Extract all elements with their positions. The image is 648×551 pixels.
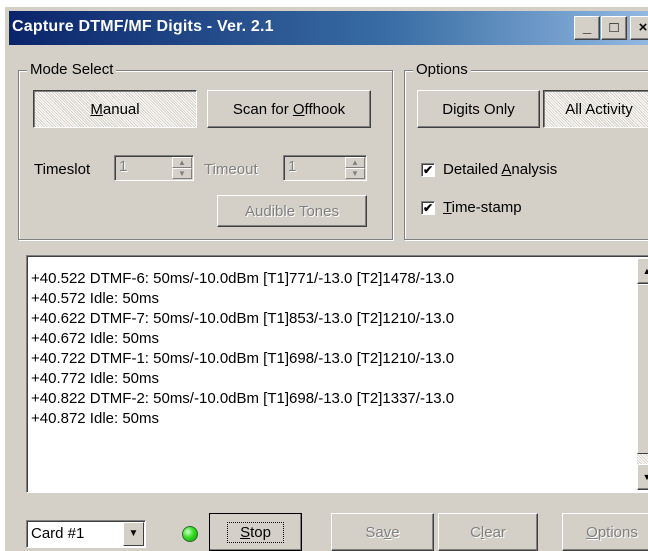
- timeout-spinner[interactable]: 1 ▲ ▼: [283, 155, 367, 181]
- timeout-label: Timeout: [204, 161, 258, 178]
- status-led-icon: [182, 526, 198, 542]
- log-line: +40.572 Idle: 50ms: [31, 290, 160, 307]
- mode-select-group: Mode Select Manual Scan for Offhook Time…: [18, 61, 393, 240]
- detailed-analysis-label: Detailed Analysis: [443, 161, 558, 178]
- spin-up-icon[interactable]: ▲: [345, 157, 365, 168]
- scroll-thumb[interactable]: [637, 284, 648, 454]
- title-bar[interactable]: Capture DTMF/MF Digits - Ver. 2.1 _ □ ×: [9, 11, 648, 45]
- time-stamp-checkbox[interactable]: ✔ Time-stamp: [421, 199, 522, 216]
- time-stamp-label: Time-stamp: [443, 199, 522, 216]
- audible-tones-button[interactable]: Audible Tones: [217, 195, 367, 227]
- stop-button[interactable]: Stop: [209, 513, 302, 551]
- spin-down-icon[interactable]: ▼: [345, 168, 365, 179]
- digits-only-button[interactable]: Digits Only: [417, 90, 540, 128]
- options-group: Options Digits Only All Activity ✔ Detai…: [404, 61, 648, 240]
- scroll-down-icon[interactable]: ▼: [637, 464, 648, 490]
- close-icon: ×: [638, 19, 648, 36]
- minimize-button[interactable]: _: [574, 16, 600, 40]
- activity-log[interactable]: +40.522 DTMF-6: 50ms/-10.0dBm [T1]771/-1…: [26, 255, 648, 493]
- log-lines: +40.522 DTMF-6: 50ms/-10.0dBm [T1]771/-1…: [31, 269, 635, 429]
- log-line: +40.772 Idle: 50ms: [31, 370, 160, 387]
- app-window: Capture DTMF/MF Digits - Ver. 2.1 _ □ × …: [5, 7, 648, 551]
- save-button[interactable]: Save: [331, 513, 434, 551]
- dropdown-arrow-icon[interactable]: ▼: [123, 522, 144, 546]
- timeout-value: 1: [288, 158, 297, 175]
- log-line: +40.622 DTMF-7: 50ms/-10.0dBm [T1]853/-1…: [31, 310, 455, 327]
- detailed-analysis-checkbox[interactable]: ✔ Detailed Analysis: [421, 161, 557, 178]
- log-line: +40.872 Idle: 50ms: [31, 410, 160, 427]
- manual-button[interactable]: Manual: [33, 90, 197, 128]
- options-button[interactable]: Options: [562, 513, 648, 551]
- log-line: +40.822 DTMF-2: 50ms/-10.0dBm [T1]698/-1…: [31, 390, 455, 407]
- window-title: Capture DTMF/MF Digits - Ver. 2.1: [12, 18, 274, 35]
- scan-for-offhook-button[interactable]: Scan for Offhook: [207, 90, 371, 128]
- log-line: +40.672 Idle: 50ms: [31, 330, 160, 347]
- spin-down-icon[interactable]: ▼: [172, 168, 192, 179]
- vertical-scrollbar[interactable]: ▲ ▼: [637, 258, 648, 490]
- check-icon: ✔: [421, 162, 435, 177]
- card-select-value: Card #1: [31, 525, 85, 542]
- log-line: +40.722 DTMF-1: 50ms/-10.0dBm [T1]698/-1…: [31, 350, 455, 367]
- timeslot-label: Timeslot: [34, 161, 91, 178]
- timeslot-spinner[interactable]: 1 ▲ ▼: [114, 155, 194, 181]
- spin-up-icon[interactable]: ▲: [172, 157, 192, 168]
- options-legend: Options: [413, 61, 471, 78]
- close-button[interactable]: ×: [630, 16, 648, 40]
- check-icon: ✔: [421, 200, 435, 215]
- all-activity-button[interactable]: All Activity: [543, 90, 648, 128]
- mode-select-legend: Mode Select: [27, 61, 117, 78]
- log-line: +40.522 DTMF-6: 50ms/-10.0dBm [T1]771/-1…: [31, 270, 455, 287]
- minimize-icon: _: [582, 19, 592, 36]
- scroll-up-icon[interactable]: ▲: [637, 258, 648, 284]
- maximize-icon: □: [609, 19, 619, 36]
- card-select[interactable]: Card #1 ▼: [26, 520, 146, 548]
- timeslot-value: 1: [119, 158, 128, 175]
- clear-button[interactable]: Clear: [438, 513, 538, 551]
- maximize-button[interactable]: □: [601, 16, 627, 40]
